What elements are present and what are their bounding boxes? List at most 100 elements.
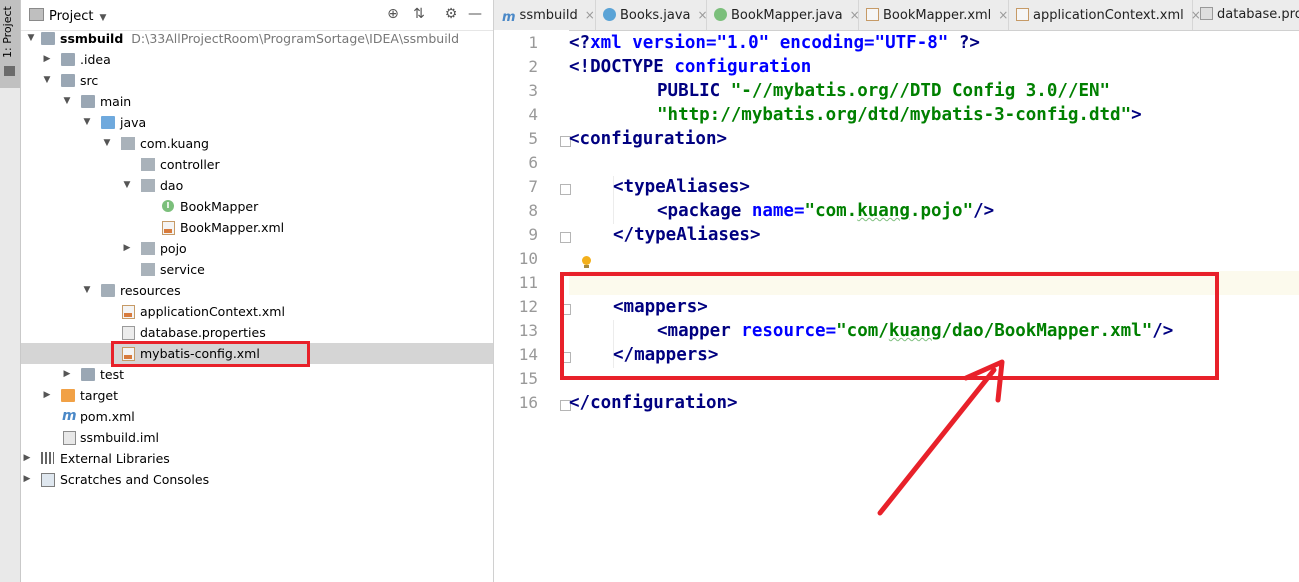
hide-panel-icon[interactable]: — <box>467 6 483 22</box>
tab-label: database.prope <box>1217 7 1299 22</box>
tree-item-test[interactable]: ▶ test <box>21 364 493 385</box>
chevron-right-icon[interactable]: ▶ <box>21 469 33 490</box>
properties-file-icon <box>1200 7 1213 20</box>
tree-item-database-properties[interactable]: database.properties <box>21 322 493 343</box>
tab-books-java[interactable]: Books.java × <box>595 0 708 30</box>
source-folder-icon <box>101 116 115 129</box>
folder-icon <box>4 66 15 76</box>
collapse-all-icon[interactable]: ⇅ <box>411 6 427 22</box>
folder-icon <box>61 53 75 66</box>
tree-item-label: ssmbuild.iml <box>80 430 160 445</box>
tab-applicationcontext-xml[interactable]: applicationContext.xml × <box>1008 0 1201 30</box>
tool-window-strip: 1: Project <box>0 0 21 582</box>
gear-icon[interactable]: ⚙ <box>443 6 459 22</box>
chevron-right-icon[interactable]: ▶ <box>41 49 53 70</box>
locate-crosshair-icon[interactable]: ⊕ <box>385 6 401 22</box>
code-line-2: <!DOCTYPE configuration <box>569 57 812 77</box>
line-number: 11 <box>518 273 538 292</box>
tree-item-ssmbuild[interactable]: ▼ ssmbuild D:\33AllProjectRoom\ProgramSor… <box>21 28 493 49</box>
tab-label: Books.java <box>620 8 691 23</box>
tree-item-label: com.kuang <box>140 136 209 151</box>
annotation-highlight-box <box>111 341 310 367</box>
code-line-7: <typeAliases> <box>613 177 750 197</box>
line-number: 13 <box>518 321 538 340</box>
tree-item-bookmapper-xml[interactable]: BookMapper.xml <box>21 217 493 238</box>
chevron-down-icon[interactable]: ▼ <box>25 28 37 49</box>
scratches-icon <box>41 473 55 487</box>
tree-item-applicationcontext-xml[interactable]: applicationContext.xml <box>21 301 493 322</box>
tree-item-label: External Libraries <box>60 451 170 466</box>
tree-item-pojo[interactable]: ▶ pojo <box>21 238 493 259</box>
tree-item-pom-xml[interactable]: m pom.xml <box>21 406 493 427</box>
tree-item-main[interactable]: ▼ main <box>21 91 493 112</box>
tree-item-idea[interactable]: ▶ .idea <box>21 49 493 70</box>
project-path: D:\33AllProjectRoom\ProgramSortage\IDEA\… <box>131 31 460 46</box>
tab-database-properties[interactable]: database.prope <box>1192 0 1299 30</box>
excluded-folder-icon <box>61 389 75 402</box>
tree-item-label: ssmbuild <box>60 31 124 46</box>
package-icon <box>141 242 155 255</box>
tree-item-label: pom.xml <box>80 409 135 424</box>
tab-ssmbuild[interactable]: m ssmbuild × <box>494 0 596 30</box>
tree-item-ssmbuild-iml[interactable]: ssmbuild.iml <box>21 427 493 448</box>
chevron-down-icon[interactable]: ▼ <box>101 133 113 154</box>
chevron-down-icon[interactable]: ▼ <box>81 280 93 301</box>
chevron-down-icon[interactable]: ▼ <box>61 91 73 112</box>
code-line-4: "http://mybatis.org/dtd/mybatis-3-config… <box>657 105 1142 125</box>
line-number: 14 <box>518 345 538 364</box>
module-folder-icon <box>41 32 55 45</box>
tab-bookmapper-java[interactable]: BookMapper.java × <box>706 0 860 30</box>
chevron-down-icon[interactable]: ▼ <box>81 112 93 133</box>
package-icon <box>141 158 155 171</box>
tree-item-controller[interactable]: controller <box>21 154 493 175</box>
project-panel: Project ▼ ⊕ ⇅ ⚙ — ▼ ssmbuild D:\33AllProje… <box>21 0 494 582</box>
tab-label: BookMapper.java <box>731 8 843 23</box>
tree-item-bookmapper[interactable]: I BookMapper <box>21 196 493 217</box>
chevron-right-icon[interactable]: ▶ <box>61 364 73 385</box>
line-number: 3 <box>528 81 538 100</box>
tree-item-external-libraries[interactable]: ▶ External Libraries <box>21 448 493 469</box>
tree-item-label: resources <box>120 283 181 298</box>
tree-item-target[interactable]: ▶ target <box>21 385 493 406</box>
tree-item-label: .idea <box>80 52 111 67</box>
folder-icon <box>81 95 95 108</box>
project-view-selector[interactable]: Project ▼ <box>29 8 106 24</box>
chevron-right-icon[interactable]: ▶ <box>21 448 33 469</box>
chevron-right-icon[interactable]: ▶ <box>121 238 133 259</box>
line-number: 9 <box>528 225 538 244</box>
tree-item-label: applicationContext.xml <box>140 304 285 319</box>
project-panel-header: Project ▼ ⊕ ⇅ ⚙ — <box>21 0 493 31</box>
close-icon[interactable]: × <box>998 8 1008 22</box>
resources-folder-icon <box>101 284 115 297</box>
tree-item-java[interactable]: ▼ java <box>21 112 493 133</box>
package-icon <box>141 263 155 276</box>
project-tool-tab[interactable]: 1: Project <box>0 0 20 88</box>
chevron-down-icon[interactable]: ▼ <box>121 175 133 196</box>
code-line-9: </typeAliases> <box>613 225 761 245</box>
chevron-down-icon: ▼ <box>99 13 107 23</box>
project-panel-title: Project <box>49 9 94 24</box>
tree-item-src[interactable]: ▼ src <box>21 70 493 91</box>
line-number-gutter: 1 2 3 4 5 6 7 8 9 10 11 12 13 14 15 16 <box>494 30 571 582</box>
line-number: 7 <box>528 177 538 196</box>
chevron-right-icon[interactable]: ▶ <box>41 385 53 406</box>
tree-item-com-kuang[interactable]: ▼ com.kuang <box>21 133 493 154</box>
code-line-3: PUBLIC "-//mybatis.org//DTD Config 3.0//… <box>657 81 1111 101</box>
package-icon <box>141 179 155 192</box>
tree-item-label: target <box>80 388 119 403</box>
tree-item-scratches[interactable]: ▶ Scratches and Consoles <box>21 469 493 490</box>
close-icon[interactable]: × <box>585 8 595 22</box>
maven-icon: m <box>62 408 77 424</box>
tree-item-resources[interactable]: ▼ resources <box>21 280 493 301</box>
interface-icon: I <box>162 200 174 212</box>
spring-xml-icon <box>122 305 135 319</box>
spring-xml-icon <box>1016 8 1029 21</box>
tree-item-label: controller <box>160 157 220 172</box>
line-number: 8 <box>528 201 538 220</box>
tree-item-service[interactable]: service <box>21 259 493 280</box>
line-number: 2 <box>528 57 538 76</box>
chevron-down-icon[interactable]: ▼ <box>41 70 53 91</box>
tab-bookmapper-xml[interactable]: BookMapper.xml × <box>858 0 1009 30</box>
tree-item-dao[interactable]: ▼ dao <box>21 175 493 196</box>
project-tool-tab-label: 1: Project <box>1 6 14 58</box>
